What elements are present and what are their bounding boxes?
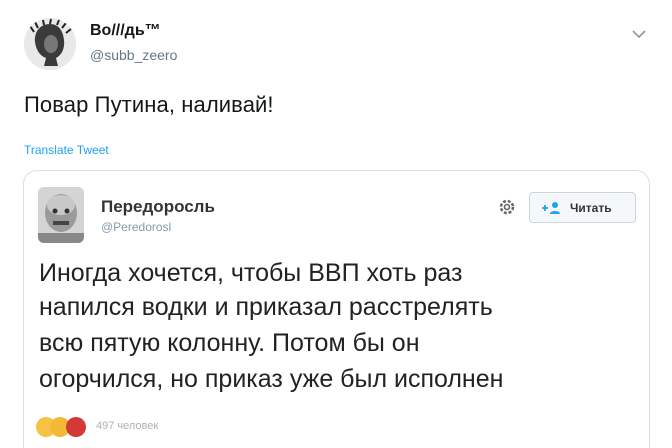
quoted-avatar-image (38, 187, 84, 243)
reactions-bar[interactable]: 497 человек (36, 417, 236, 447)
follow-button[interactable]: Читать (529, 192, 636, 223)
follow-user-icon (540, 200, 564, 216)
quoted-tweet-card[interactable]: Передоросль @Peredorosl Читать Иногда хо… (23, 170, 650, 448)
follow-label: Читать (570, 201, 612, 215)
author-avatar[interactable] (24, 18, 76, 70)
reactions-count: 497 человек (96, 420, 159, 432)
quoted-author-name[interactable]: Передоросль (101, 197, 215, 217)
avatar-image (24, 18, 76, 70)
tweet-text: Повар Путина, наливай! (24, 92, 274, 117)
quoted-text-line: напился водки и приказал расстрелять (39, 293, 493, 321)
quoted-text-line: всю пятую колонну. Потом бы он (39, 329, 420, 357)
gear-icon[interactable] (497, 197, 517, 217)
quoted-text-line: огорчился, но приказ уже был исполнен (39, 365, 504, 393)
quoted-text-line: Иногда хочется, чтобы ВВП хоть раз (39, 259, 463, 287)
author-name[interactable]: Во///дь™ (90, 22, 161, 40)
quoted-author-handle[interactable]: @Peredorosl (101, 220, 171, 234)
translate-tweet-link[interactable]: Translate Tweet (24, 143, 109, 157)
angry-reaction-icon (66, 417, 86, 437)
quoted-author-avatar[interactable] (38, 187, 84, 243)
author-handle[interactable]: @subb_zeero (90, 47, 177, 63)
chevron-down-icon[interactable] (632, 26, 646, 39)
tweet: Во///дь™ @subb_zeero Повар Путина, налив… (0, 0, 672, 448)
